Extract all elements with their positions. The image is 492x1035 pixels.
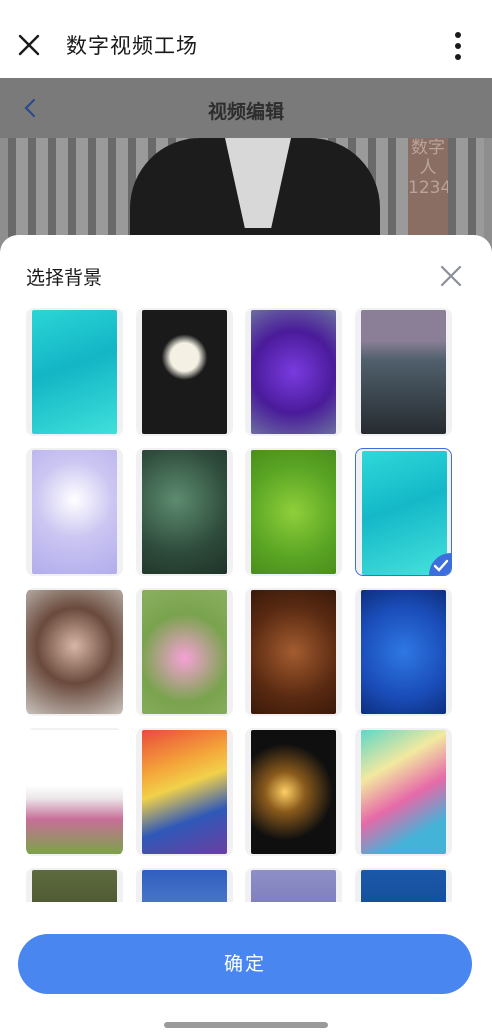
background-option-color-ink[interactable] [136, 728, 233, 856]
background-option-tea-table-flowers[interactable] [26, 588, 123, 716]
background-thumbnail [251, 590, 336, 714]
sheet-title: 选择背景 [26, 267, 103, 289]
background-thumbnail [251, 730, 336, 854]
sheet-close-icon[interactable] [438, 263, 464, 289]
background-option-lavender-flower-vase[interactable] [26, 448, 123, 576]
background-thumbnail [26, 730, 123, 854]
background-thumbnail [142, 310, 227, 434]
page-header: 视频编辑 [0, 78, 492, 138]
background-option-succulents[interactable] [136, 448, 233, 576]
home-indicator [164, 1022, 328, 1028]
background-option-dark-green-room[interactable] [26, 868, 123, 902]
background-option-turquoise-water[interactable] [26, 308, 123, 436]
background-option-dusk-sky[interactable] [245, 868, 342, 902]
app-title: 数字视频工场 [66, 34, 198, 58]
background-thumbnail [361, 590, 446, 714]
background-thumbnail [26, 590, 123, 714]
background-thumbnail [32, 450, 117, 574]
close-icon[interactable] [14, 30, 44, 60]
background-option-green-moss[interactable] [245, 448, 342, 576]
background-option-deep-blue[interactable] [355, 868, 452, 902]
background-thumbnail [142, 870, 227, 902]
background-option-star-anise[interactable] [245, 588, 342, 716]
background-thumbnail [361, 870, 446, 902]
background-thumbnail [32, 870, 117, 902]
background-option-tulips[interactable] [26, 728, 123, 856]
preview-sign: 数字人 123456789 [408, 138, 448, 248]
background-option-pink-cosmos[interactable] [136, 588, 233, 716]
background-thumbnail [32, 310, 117, 434]
background-thumbnail [251, 450, 336, 574]
background-picker-sheet: 选择背景 [0, 235, 492, 1035]
background-thumbnail [142, 450, 227, 574]
background-thumbnail [142, 590, 227, 714]
background-thumbnail [251, 870, 336, 902]
confirm-button[interactable]: 确定 [18, 934, 472, 994]
app-bar: 数字视频工场 [0, 0, 492, 78]
background-option-white-flowers-black[interactable] [136, 308, 233, 436]
background-thumbnail [361, 310, 446, 434]
background-option-paint-swirl[interactable] [355, 728, 452, 856]
selected-check-icon [429, 553, 451, 575]
background-option-blue-sky-clouds[interactable] [136, 868, 233, 902]
page-title: 视频编辑 [207, 101, 284, 123]
background-thumbnail [361, 730, 446, 854]
background-grid [26, 308, 454, 902]
background-thumbnail [251, 310, 336, 434]
background-option-turquoise-water-2[interactable] [355, 448, 452, 576]
background-option-light-bulbs[interactable] [245, 728, 342, 856]
background-option-purple-flower[interactable] [245, 308, 342, 436]
background-option-blue-bubbles[interactable] [355, 588, 452, 716]
more-options-icon[interactable] [446, 30, 470, 62]
background-option-rocky-coast[interactable] [355, 308, 452, 436]
background-thumbnail [142, 730, 227, 854]
